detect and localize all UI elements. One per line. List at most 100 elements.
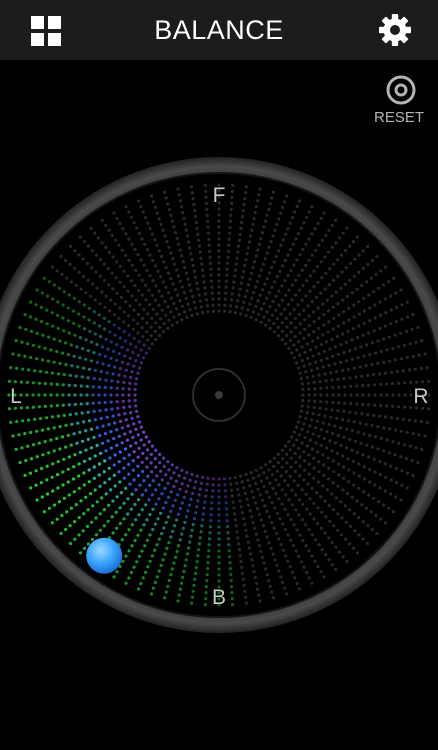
dial-dot (98, 433, 102, 438)
dial-dot (237, 548, 241, 552)
dial-dot (172, 561, 176, 565)
dial-dot (175, 466, 179, 470)
dial-dot (210, 285, 214, 289)
dial-dot (154, 502, 158, 506)
dial-dot (62, 373, 66, 377)
dial-dot (225, 267, 229, 271)
dial-dot (176, 293, 180, 297)
dial-dot (137, 513, 141, 517)
dial-dot (304, 492, 308, 496)
dial-dot (90, 520, 94, 524)
dial-dot (296, 420, 301, 424)
label-right: R (413, 385, 428, 408)
dial-dot (349, 402, 353, 406)
dial-dot (405, 355, 409, 360)
dial-dot (307, 549, 311, 553)
dial-dot (290, 435, 294, 439)
dial-dot (290, 570, 295, 575)
dial-dot (144, 435, 148, 439)
dial-dot (316, 480, 320, 484)
dial-dot (268, 326, 272, 330)
dial-dot (297, 199, 301, 203)
dial-dot (274, 308, 278, 312)
dial-dot (91, 385, 95, 389)
dial-dot (397, 393, 401, 397)
dial-dot (357, 474, 361, 478)
dial-dot (315, 367, 320, 371)
dial-dot (244, 595, 248, 599)
dial-dot (325, 356, 329, 360)
dial-dot (289, 456, 293, 460)
dial-dot (227, 543, 231, 547)
dial-dot (419, 366, 423, 370)
dial-dot (389, 478, 393, 482)
dial-dot (67, 293, 71, 297)
dial-dot (397, 381, 401, 385)
dial-dot (90, 537, 94, 542)
dial-dot (91, 282, 95, 286)
dial-dot (416, 460, 420, 465)
dial-dot (129, 571, 133, 575)
dial-dot (77, 253, 81, 257)
dial-dot (393, 428, 398, 432)
dial-dot (157, 289, 161, 293)
dial-dot (64, 445, 68, 449)
dial-dot (368, 480, 372, 484)
dial-dot (344, 266, 348, 270)
balance-handle[interactable] (86, 537, 123, 574)
dial-dot (78, 551, 83, 555)
dial-dot (227, 549, 231, 553)
dial-dot (197, 238, 201, 242)
dial-dot (289, 248, 293, 252)
dial-dot (97, 385, 101, 389)
dial-dot (101, 424, 105, 428)
balance-dial[interactable]: F B L R (0, 0, 438, 750)
dial-dot (112, 323, 116, 327)
dial-dot (47, 506, 52, 510)
dial-dot (336, 258, 340, 262)
dial-dot (226, 525, 230, 529)
dial-dot (154, 338, 158, 342)
dial-dot (330, 245, 334, 249)
dial-dot (244, 601, 248, 605)
dial-dot (139, 425, 143, 429)
dial-dot (275, 563, 279, 568)
dial-dot (84, 338, 88, 342)
dial-dot (217, 555, 221, 559)
dial-dot (293, 451, 297, 455)
dial-dot (120, 426, 124, 430)
dial-dot (379, 404, 383, 408)
dial-dot (211, 303, 215, 307)
dial-dot (211, 309, 216, 313)
dial-dot (134, 427, 138, 431)
dial-dot (297, 273, 301, 277)
dial-dot (92, 409, 96, 413)
dial-dot (104, 408, 108, 412)
dial-dot (110, 407, 114, 411)
dial-dot (373, 435, 378, 439)
dial-dot (355, 499, 359, 503)
dial-dot (25, 393, 29, 397)
dial-dot (70, 364, 74, 368)
dial-dot (84, 291, 88, 295)
dial-dot (228, 225, 232, 229)
dial-dot (58, 339, 62, 343)
dial-dot (346, 367, 351, 371)
dial-dot (299, 560, 303, 564)
dial-dot (307, 528, 311, 532)
dial-dot (408, 444, 412, 448)
dial-dot (312, 405, 316, 410)
dial-dot (44, 416, 49, 420)
dial-dot (31, 393, 35, 397)
dial-dot (248, 277, 252, 281)
dial-dot (178, 538, 182, 542)
dial-dot (196, 499, 200, 503)
dial-dot (73, 453, 77, 457)
dial-dot (103, 400, 107, 405)
dial-dot (312, 466, 316, 470)
dial-dot (330, 408, 334, 412)
dial-dot (208, 537, 212, 541)
dial-dot (225, 513, 229, 517)
dial-dot (394, 466, 398, 471)
dial-dot (270, 590, 274, 594)
